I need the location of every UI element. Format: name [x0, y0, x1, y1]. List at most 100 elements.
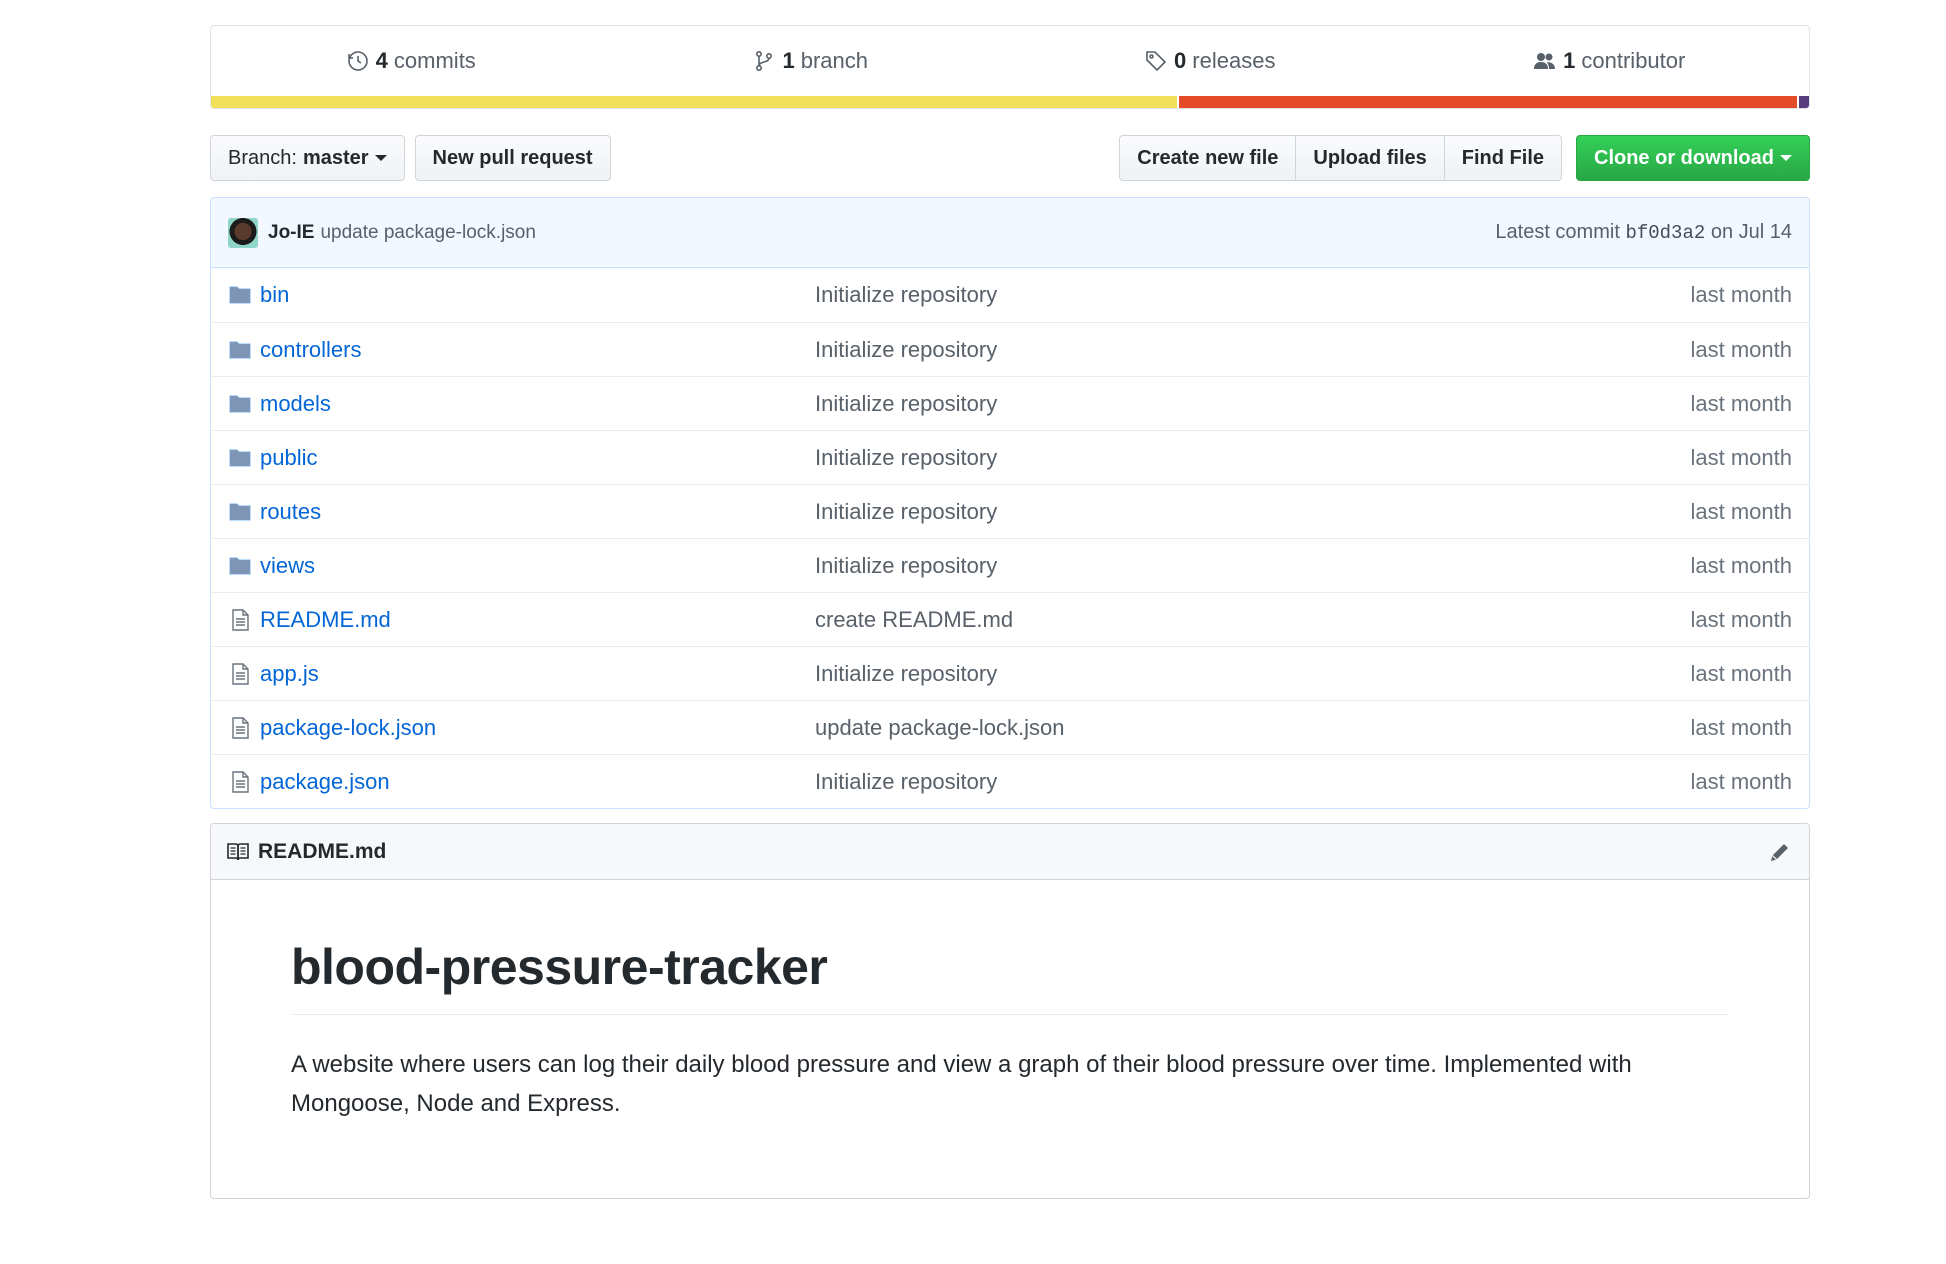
edit-readme-button[interactable] [1766, 838, 1794, 866]
folder-icon [228, 446, 252, 470]
file-name-link[interactable]: bin [260, 282, 815, 308]
commit-author-link[interactable]: Jo-IE [268, 222, 314, 244]
file-row: models Initialize repository last month [211, 376, 1809, 430]
file-commit-age: last month [1690, 498, 1793, 524]
branch-name: master [302, 146, 369, 169]
clone-or-download-button[interactable]: Clone or download [1576, 135, 1810, 181]
commit-date: on Jul 14 [1710, 221, 1792, 243]
releases-link[interactable]: 0 releases [1010, 26, 1410, 96]
upload-files-button[interactable]: Upload files [1295, 135, 1445, 181]
folder-icon [228, 283, 252, 307]
folder-icon [228, 392, 252, 416]
file-commit-message-link[interactable]: Initialize repository [815, 445, 1691, 471]
commit-message-link[interactable]: update package-lock.json [320, 222, 535, 244]
clone-label: Clone or download [1594, 146, 1774, 169]
file-name-link[interactable]: package-lock.json [260, 715, 815, 741]
file-commit-age: last month [1690, 768, 1793, 794]
file-commit-message-link[interactable]: Initialize repository [815, 553, 1691, 579]
branch-icon [756, 50, 773, 71]
folder-icon [228, 500, 252, 524]
file-navigation: Branch: master New pull request Create n… [210, 135, 1810, 181]
history-icon [347, 51, 368, 71]
releases-count: 0 [1174, 48, 1187, 73]
pencil-icon [1771, 843, 1788, 861]
file-name-link[interactable]: package.json [260, 769, 815, 795]
file-row: public Initialize repository last month [211, 430, 1809, 484]
language-segment[interactable] [1179, 96, 1800, 108]
book-icon [227, 842, 249, 860]
file-name-link[interactable]: public [260, 445, 815, 471]
file-commit-age: last month [1690, 714, 1793, 740]
file-icon [228, 608, 252, 632]
language-segment[interactable] [211, 96, 1180, 108]
file-icon [228, 662, 252, 686]
file-commit-age: last month [1690, 444, 1793, 470]
chevron-down-icon [1780, 155, 1792, 161]
branch-select-button[interactable]: Branch: master [210, 135, 405, 181]
file-row: routes Initialize repository last month [211, 484, 1809, 538]
commit-sha-link[interactable]: bf0d3a2 [1625, 222, 1705, 244]
file-name-link[interactable]: controllers [260, 337, 815, 363]
find-file-button[interactable]: Find File [1443, 135, 1562, 181]
contributors-link[interactable]: 1 contributor [1410, 26, 1810, 96]
file-commit-message-link[interactable]: Initialize repository [815, 337, 1691, 363]
contributors-label: contributor [1581, 48, 1686, 73]
tag-icon [1146, 51, 1167, 72]
latest-commit-info: Latest commit bf0d3a2 on Jul 14 [1495, 221, 1792, 244]
file-commit-message-link[interactable]: Initialize repository [815, 282, 1691, 308]
file-commit-age: last month [1690, 390, 1793, 416]
file-commit-age: last month [1690, 336, 1793, 362]
file-name-link[interactable]: README.md [260, 607, 815, 633]
file-name-link[interactable]: routes [260, 499, 815, 525]
file-commit-message-link[interactable]: Initialize repository [815, 391, 1691, 417]
file-row: bin Initialize repository last month [211, 268, 1809, 322]
branches-count: 1 [782, 48, 795, 73]
readme-filename: README.md [258, 839, 387, 863]
language-segment[interactable] [1799, 96, 1809, 108]
commits-link[interactable]: 4 commits [211, 26, 611, 96]
branches-label: branch [800, 48, 869, 73]
file-commit-message-link[interactable]: Initialize repository [815, 769, 1691, 795]
file-row: views Initialize repository last month [211, 538, 1809, 592]
folder-icon [228, 554, 252, 578]
file-commit-message-link[interactable]: Initialize repository [815, 499, 1691, 525]
create-new-file-button[interactable]: Create new file [1119, 135, 1297, 181]
file-row: README.md create README.md last month [211, 592, 1809, 646]
avatar[interactable] [228, 217, 258, 248]
readme-content: blood-pressure-tracker A website where u… [211, 880, 1809, 1123]
folder-icon [228, 338, 252, 362]
new-pull-request-button[interactable]: New pull request [414, 135, 611, 181]
readme-description: A website where users can log their dail… [291, 1051, 1632, 1117]
commits-label: commits [393, 48, 476, 73]
file-row: controllers Initialize repository last mon… [211, 322, 1809, 376]
commits-count: 4 [375, 48, 388, 73]
file-icon [228, 770, 252, 794]
readme-header: README.md [211, 824, 1809, 880]
file-name-link[interactable]: models [260, 391, 815, 417]
file-name-link[interactable]: app.js [260, 661, 815, 687]
file-commit-age: last month [1690, 606, 1793, 632]
branches-link[interactable]: 1 branch [611, 26, 1011, 96]
file-commit-message-link[interactable]: update package-lock.json [815, 715, 1691, 741]
releases-label: releases [1192, 48, 1276, 73]
file-commit-message-link[interactable]: create README.md [815, 607, 1691, 633]
latest-commit-prefix: Latest commit [1495, 221, 1620, 243]
file-commit-message-link[interactable]: Initialize repository [815, 661, 1691, 687]
repo-summary: 4 commits 1 branch 0 releases 1 contribu… [210, 25, 1810, 109]
file-icon [228, 716, 252, 740]
file-actions-group: Create new file Upload files Find File [1119, 135, 1562, 181]
language-bar[interactable] [211, 96, 1809, 108]
file-commit-age: last month [1690, 282, 1793, 307]
people-icon [1534, 53, 1556, 69]
file-row: app.js Initialize repository last month [211, 646, 1809, 700]
file-commit-age: last month [1690, 660, 1793, 686]
file-row: package-lock.json update package-lock.jso… [211, 700, 1809, 754]
file-commit-age: last month [1690, 552, 1793, 578]
file-row: package.json Initialize repository last mo… [211, 754, 1809, 808]
latest-commit-bar: Jo-IE update package-lock.json Latest co… [211, 198, 1809, 268]
contributors-count: 1 [1563, 48, 1576, 73]
branch-prefix: Branch: [228, 146, 297, 169]
readme-title: blood-pressure-tracker [291, 938, 1729, 1015]
file-table: Jo-IE update package-lock.json Latest co… [210, 197, 1810, 809]
file-name-link[interactable]: views [260, 553, 815, 579]
